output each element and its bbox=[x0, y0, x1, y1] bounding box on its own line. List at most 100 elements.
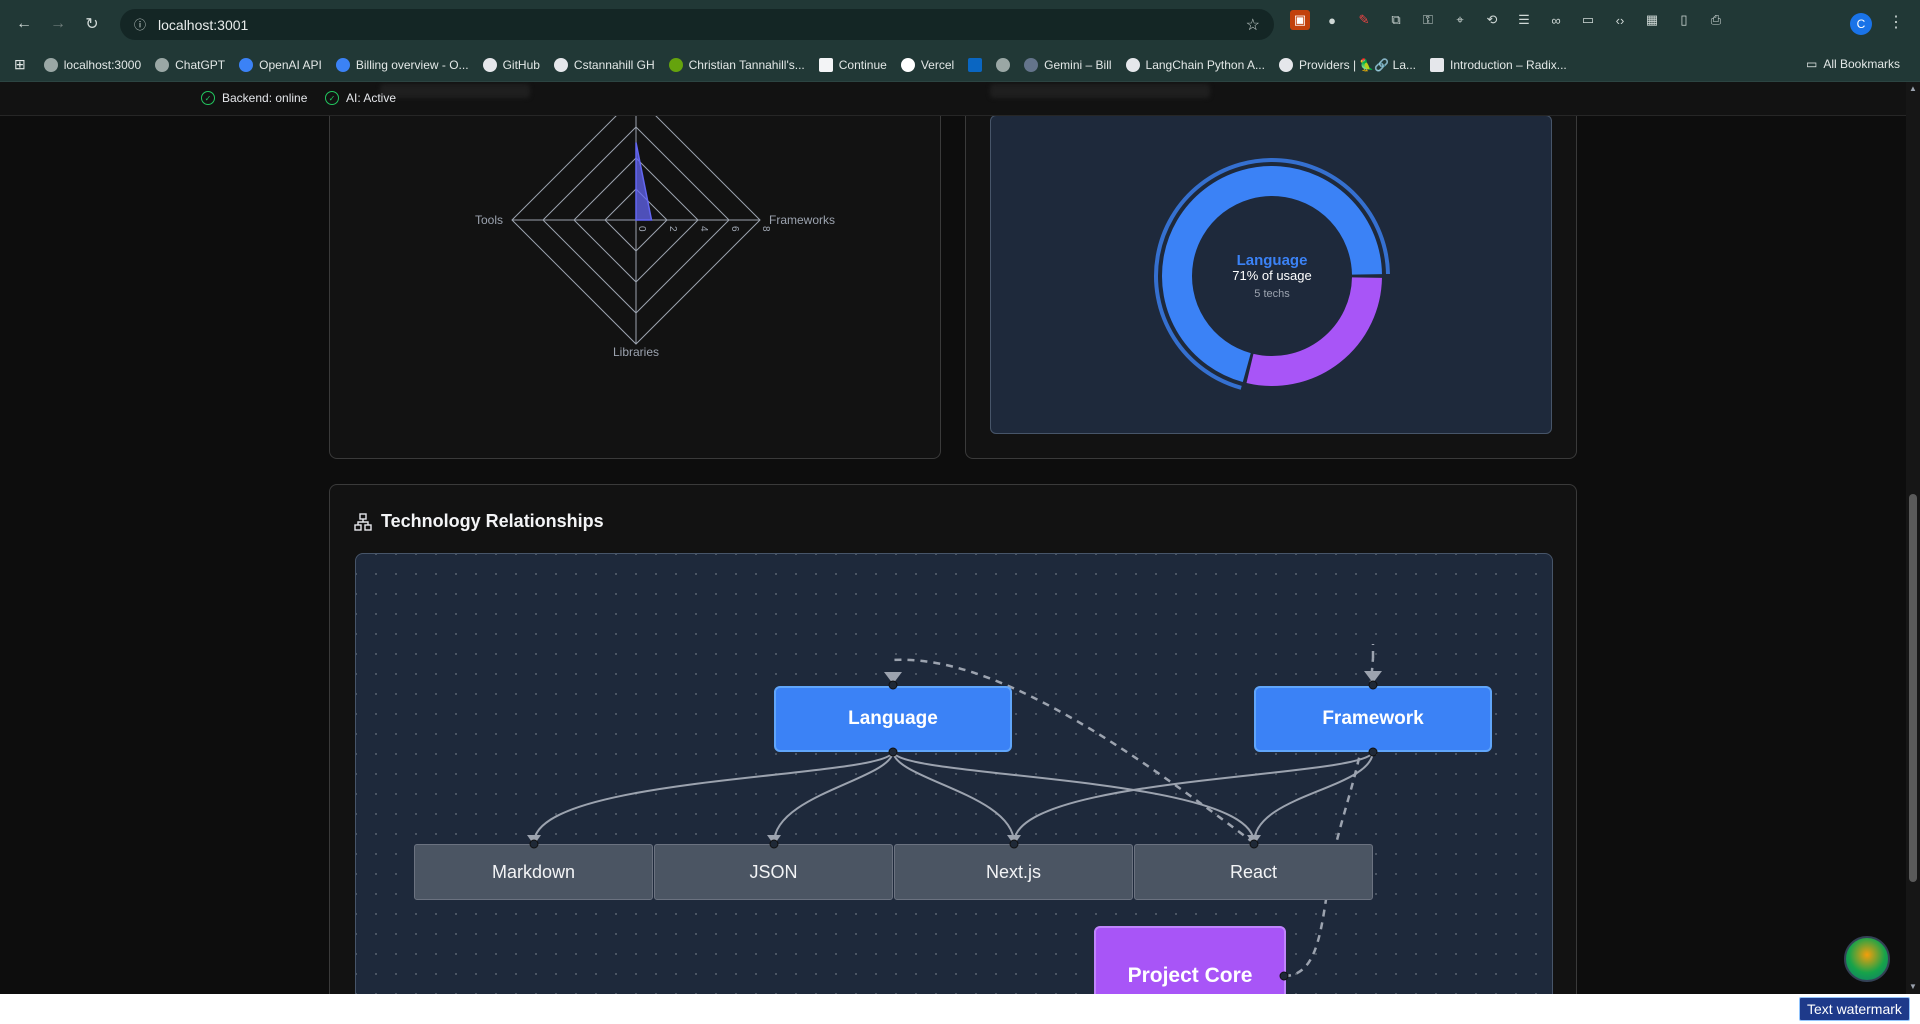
radar-tick-label: 4 bbox=[698, 226, 709, 232]
langchain-icon bbox=[1278, 57, 1293, 72]
donut-chart: Language 71% of usage 5 techs bbox=[1154, 158, 1390, 390]
continue-icon bbox=[818, 57, 833, 72]
url-text: localhost:3001 bbox=[158, 16, 249, 33]
linkedin-icon[interactable] bbox=[968, 57, 983, 72]
status-bar: ✓ Backend: online ✓ AI: Active bbox=[0, 82, 1906, 116]
reading-list-icon[interactable]: ☰ bbox=[1514, 10, 1534, 30]
bookmark-item[interactable]: Providers | 🦜🔗 La... bbox=[1278, 57, 1416, 72]
extension-icon[interactable]: ✎ bbox=[1354, 10, 1374, 30]
browser-toolbar: ← → ↻ ⓘ localhost:3001 ☆ ▣ ● ✎ ⧉ ⚿ ⌖ ⟲ ☰… bbox=[0, 0, 1920, 48]
scroll-thumb[interactable] bbox=[1909, 494, 1917, 882]
code-icon[interactable]: ‹› bbox=[1610, 10, 1630, 30]
reload-icon[interactable]: ↻ bbox=[78, 10, 106, 38]
arrowhead bbox=[884, 672, 902, 684]
category-node-language[interactable]: Language bbox=[774, 686, 1012, 752]
technology-relationships-card: Technology Relationships Language Framew… bbox=[329, 484, 1577, 994]
radar-axis-label: Libraries bbox=[613, 345, 659, 359]
side-panel-icon[interactable]: ▯ bbox=[1674, 10, 1694, 30]
bookmark-item[interactable]: GitHub bbox=[482, 57, 540, 72]
scroll-up-icon[interactable]: ▲ bbox=[1909, 84, 1917, 93]
donut-center-line: 71% of usage bbox=[1232, 268, 1312, 283]
check-circle-icon: ✓ bbox=[325, 91, 339, 105]
edge bbox=[773, 750, 894, 844]
bookmark-item[interactable]: Billing overview - O... bbox=[335, 57, 469, 72]
screenshot-icon[interactable]: ⎙ bbox=[1706, 10, 1726, 30]
edge bbox=[1013, 750, 1374, 844]
bookmark-item[interactable]: Christian Tannahill's... bbox=[668, 57, 805, 72]
edge bbox=[892, 750, 1255, 844]
page-scrollbar[interactable]: ▲ ▼ bbox=[1906, 82, 1920, 994]
bookmark-item[interactable]: ChatGPT bbox=[155, 57, 225, 72]
tech-node-json[interactable]: JSON bbox=[654, 844, 893, 900]
devices-icon[interactable]: ▭ bbox=[1578, 10, 1598, 30]
address-bar[interactable]: ⓘ localhost:3001 ☆ bbox=[120, 9, 1274, 40]
radar-chart: 02468LanguagesFrameworksLibrariesTools bbox=[475, 82, 835, 359]
globe-icon bbox=[43, 57, 58, 72]
qr-icon[interactable]: ▦ bbox=[1642, 10, 1662, 30]
flow-canvas[interactable]: Language Framework Markdown JSON Next.js… bbox=[355, 553, 1553, 994]
history-icon[interactable]: ⟲ bbox=[1482, 10, 1502, 30]
radar-tick-label: 6 bbox=[729, 226, 740, 232]
github-icon bbox=[553, 57, 568, 72]
bookmark-item[interactable]: Introduction – Radix... bbox=[1430, 57, 1567, 72]
globe-icon[interactable] bbox=[996, 57, 1011, 72]
site-info-icon[interactable]: ⓘ bbox=[134, 16, 146, 33]
bookmark-item[interactable]: Continue bbox=[818, 57, 887, 72]
edge bbox=[533, 750, 894, 844]
check-circle-icon: ✓ bbox=[201, 91, 215, 105]
key-icon[interactable]: ⚿ bbox=[1418, 10, 1438, 30]
edge bbox=[892, 750, 1015, 844]
skill-radar-card: 02468LanguagesFrameworksLibrariesTools bbox=[329, 82, 941, 459]
radar-tick-label: 2 bbox=[667, 226, 678, 232]
radar-axis-label: Tools bbox=[475, 213, 503, 227]
forward-icon[interactable]: → bbox=[44, 10, 72, 38]
extension-icon[interactable]: ▣ bbox=[1290, 10, 1310, 30]
extensions-bar: ▣ ● ✎ ⧉ ⚿ ⌖ ⟲ ☰ ∞ ▭ ‹› ▦ ▯ ⎙ bbox=[1290, 10, 1726, 30]
category-node-framework[interactable]: Framework bbox=[1254, 686, 1492, 752]
tech-node-nextjs[interactable]: Next.js bbox=[894, 844, 1133, 900]
bookmark-star-icon[interactable]: ☆ bbox=[1246, 15, 1260, 35]
arrowhead bbox=[1364, 671, 1382, 683]
gemini-icon bbox=[1024, 57, 1039, 72]
openai-icon bbox=[335, 57, 350, 72]
donut-center-title: Language bbox=[1237, 252, 1308, 269]
bookmark-item[interactable]: OpenAI API bbox=[239, 57, 322, 72]
bookmark-item[interactable]: Vercel bbox=[900, 57, 954, 72]
card-title: Technology Relationships bbox=[381, 511, 604, 531]
edge bbox=[1253, 750, 1374, 844]
page-content: 02468LanguagesFrameworksLibrariesTools L… bbox=[0, 82, 1920, 994]
bookmarks-bar: ⊞ localhost:3000 ChatGPT OpenAI API Bill… bbox=[0, 48, 1920, 82]
profile-avatar[interactable]: C bbox=[1850, 13, 1872, 35]
donut-panel: Language 71% of usage 5 techs bbox=[990, 115, 1552, 434]
langchain-icon bbox=[1125, 57, 1140, 72]
radar-tick-label: 0 bbox=[636, 226, 647, 232]
card-header: Technology Relationships bbox=[354, 511, 604, 532]
puzzle-icon[interactable]: ⧉ bbox=[1386, 10, 1406, 30]
link-icon[interactable]: ∞ bbox=[1546, 10, 1566, 30]
github-icon bbox=[482, 57, 497, 72]
floating-avatar-button[interactable] bbox=[1844, 936, 1890, 982]
apps-icon[interactable]: ⊞ bbox=[14, 56, 26, 73]
tech-node-react[interactable]: React bbox=[1134, 844, 1373, 900]
bookmark-item[interactable]: LangChain Python A... bbox=[1125, 57, 1265, 72]
bookmark-item[interactable]: Gemini – Bill bbox=[1024, 57, 1112, 72]
extension-icon[interactable]: ● bbox=[1322, 10, 1342, 30]
all-bookmarks[interactable]: ▭ All Bookmarks bbox=[1806, 57, 1900, 71]
chatgpt-icon bbox=[155, 57, 170, 72]
tech-node-markdown[interactable]: Markdown bbox=[414, 844, 653, 900]
scroll-down-icon[interactable]: ▼ bbox=[1909, 982, 1917, 991]
bookmark-item[interactable]: localhost:3000 bbox=[43, 57, 141, 72]
menu-icon[interactable]: ⋮ bbox=[1888, 12, 1904, 32]
blurred-heading bbox=[380, 84, 530, 98]
vercel-icon bbox=[900, 57, 915, 72]
location-icon[interactable]: ⌖ bbox=[1450, 10, 1470, 30]
radar-data-area bbox=[635, 142, 653, 221]
blurred-heading bbox=[990, 84, 1210, 98]
project-core-node[interactable]: Project Core bbox=[1094, 926, 1286, 994]
backend-status: ✓ Backend: online bbox=[201, 91, 307, 105]
edge-layer bbox=[527, 644, 1382, 978]
radix-icon bbox=[1430, 57, 1444, 72]
watermark-label: Text watermark bbox=[1799, 997, 1910, 1021]
bookmark-item[interactable]: Cstannahill GH bbox=[553, 57, 655, 72]
back-icon[interactable]: ← bbox=[10, 10, 38, 38]
